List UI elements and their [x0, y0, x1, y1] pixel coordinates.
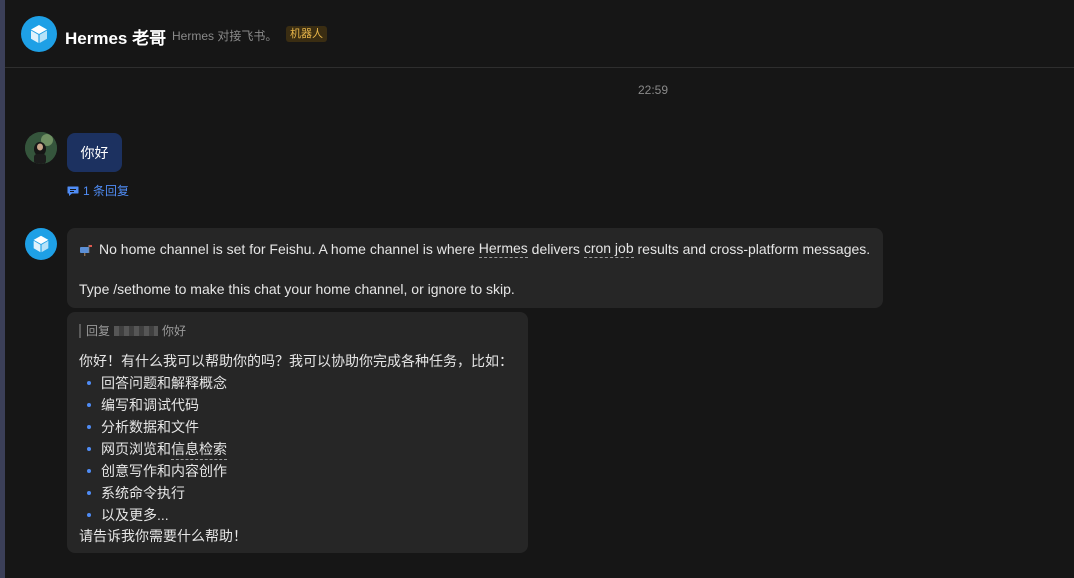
chat-description: Hermes 对接飞书。 — [172, 29, 278, 43]
list-item-text: 回答问题和解释概念 — [101, 375, 227, 391]
bullet-icon — [87, 425, 91, 429]
chat-title[interactable]: Hermes 老哥 — [65, 24, 166, 49]
quote-text: 你好 — [162, 324, 187, 338]
thread-reply-link[interactable]: 1 条回复 — [67, 182, 129, 199]
list-item-text: 创意写作和内容创作 — [101, 463, 227, 479]
bullet-icon — [87, 403, 91, 407]
hermes-term-link[interactable]: Hermes — [478, 239, 528, 258]
reply-intro: 你好！有什么我可以帮助你的吗？我可以协助你完成各种任务，比如： — [79, 353, 513, 369]
user-message-bubble[interactable]: 你好 — [67, 133, 122, 172]
list-item: 网页浏览和 信息检索 — [79, 438, 516, 460]
bot-badge: 机器人 — [286, 26, 327, 42]
list-item: 编写和调试代码 — [79, 394, 516, 416]
chat-header: Hermes 老哥 Hermes 对接飞书。 机器人 — [5, 0, 1074, 68]
home-channel-text-3: results and cross-platform messages. — [633, 240, 871, 257]
bot-message-home-channel[interactable]: No home channel is set for Feishu. A hom… — [67, 228, 883, 308]
list-item-text: 系统命令执行 — [101, 485, 185, 501]
list-item: 创意写作和内容创作 — [79, 460, 516, 482]
list-item-text: 以及更多... — [101, 507, 169, 523]
bullet-icon — [87, 469, 91, 473]
cron-job-term-link[interactable]: cron job — [583, 239, 634, 258]
blurred-username — [114, 326, 159, 336]
left-edge-strip — [0, 0, 5, 578]
message-timestamp: 22:59 — [638, 83, 669, 97]
list-item: 系统命令执行 — [79, 482, 516, 504]
reply-count-label: 1 条回复 — [83, 184, 130, 198]
info-search-term-link[interactable]: 信息检索 — [171, 439, 227, 460]
bullet-icon — [87, 491, 91, 495]
comment-icon — [67, 186, 79, 196]
bot-message-avatar-cube-icon[interactable] — [25, 228, 57, 260]
home-channel-text-2: delivers — [527, 240, 584, 257]
sethome-instruction: Type /sethome to make this chat your hom… — [79, 281, 515, 297]
bot-message-reply[interactable]: 回复 你好 你好！有什么我可以帮助你的吗？我可以协助你完成各种任务，比如： 回答… — [67, 312, 528, 553]
user-avatar[interactable] — [25, 132, 57, 164]
home-channel-text-1: No home channel is set for Feishu. A hom… — [99, 240, 479, 257]
list-item-text: 分析数据和文件 — [101, 419, 199, 435]
bullet-icon — [87, 447, 91, 451]
bullet-icon — [87, 381, 91, 385]
capability-list: 回答问题和解释概念 编写和调试代码 分析数据和文件 网页浏览和 信息检索 创意写作… — [79, 372, 516, 526]
quote-prefix: 回复 — [86, 324, 111, 338]
list-item: 分析数据和文件 — [79, 416, 516, 438]
list-item-text: 网页浏览和 — [101, 441, 171, 457]
list-item: 回答问题和解释概念 — [79, 372, 516, 394]
list-item: 以及更多... — [79, 504, 516, 526]
list-item-text: 编写和调试代码 — [101, 397, 199, 413]
bullet-icon — [87, 513, 91, 517]
reply-quote[interactable]: 回复 你好 — [79, 324, 516, 338]
mailbox-icon — [80, 244, 92, 256]
reply-outro: 请告诉我你需要什么帮助！ — [79, 528, 247, 544]
bot-avatar-cube-icon[interactable] — [21, 16, 57, 52]
